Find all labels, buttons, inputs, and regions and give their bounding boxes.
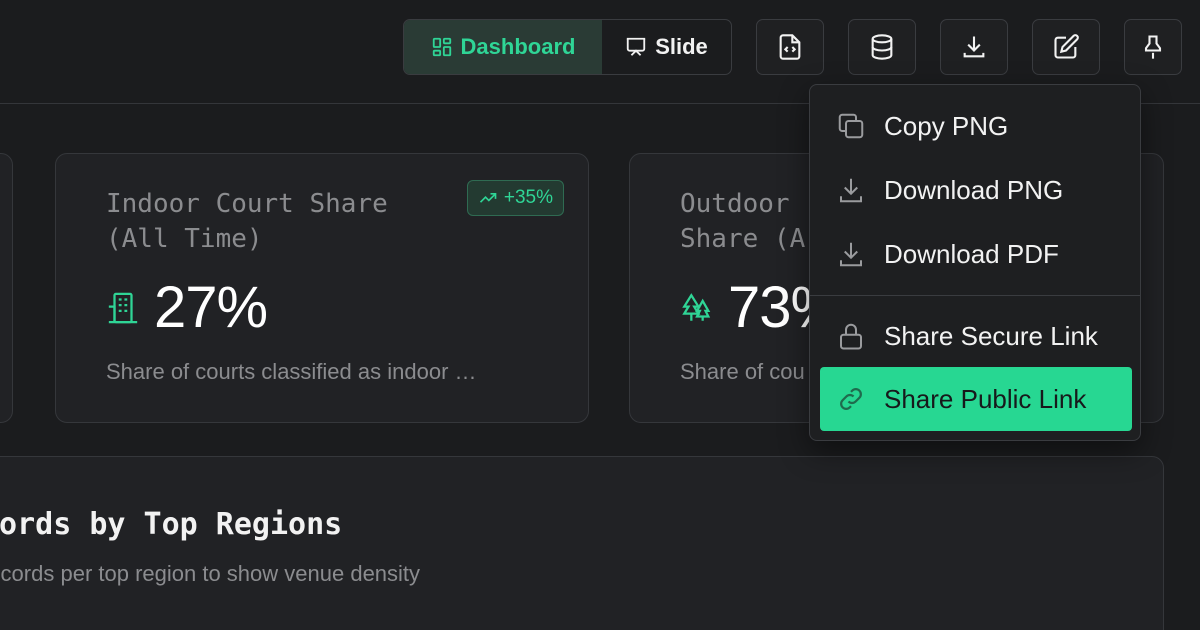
slide-view-label: Slide [655, 34, 708, 59]
pin-icon [1144, 35, 1162, 59]
link-icon [840, 388, 862, 410]
code-button[interactable] [756, 19, 824, 75]
dashboard-view-button[interactable]: Dashboard [404, 20, 602, 74]
menu-item-label: Download PNG [884, 174, 1064, 205]
download-icon [840, 242, 862, 267]
trend-value: +35% [503, 187, 553, 208]
download-button[interactable] [940, 19, 1008, 75]
download-icon [840, 178, 862, 203]
kpi-card-indoor: Indoor Court Share (All Time) +35% 27% S… [55, 153, 589, 423]
trend-up-icon [479, 193, 497, 203]
export-menu: Copy PNG Download PNG Download PDF Share… [809, 84, 1141, 441]
menu-item-label: Copy PNG [884, 110, 1009, 141]
menu-item-label: Download PDF [884, 238, 1059, 269]
pin-button[interactable] [1124, 19, 1182, 75]
metric: 27% [106, 274, 268, 341]
previous-kpi-card [0, 153, 13, 423]
trend-badge: +35% [466, 180, 564, 216]
slide-view-button[interactable]: Slide [602, 20, 731, 74]
menu-item-label: Share Secure Link [884, 320, 1098, 351]
chart-panel: cords by Top Regions records per top reg… [0, 456, 1164, 630]
menu-item-download-pdf[interactable]: Download PDF [820, 223, 1132, 285]
menu-item-share-secure-link[interactable]: Share Secure Link [820, 305, 1132, 367]
view-toggle: Dashboard Slide [403, 19, 732, 75]
panel-title: cords by Top Regions [0, 507, 343, 542]
copy-icon [838, 113, 864, 139]
menu-item-label: Share Public Link [884, 383, 1087, 414]
menu-item-share-public-link[interactable]: Share Public Link [820, 367, 1132, 431]
card-description: Share of courts classified as indoor … [106, 359, 477, 384]
menu-divider [810, 295, 1140, 296]
database-icon [871, 34, 893, 60]
panel-subtitle: records per top region to show venue den… [0, 561, 421, 586]
lock-icon [840, 323, 862, 350]
card-description: Share of cou [680, 359, 805, 384]
menu-item-download-png[interactable]: Download PNG [820, 159, 1132, 221]
edit-icon [1054, 34, 1079, 59]
edit-button[interactable] [1032, 19, 1100, 75]
dashboard-icon [432, 37, 451, 57]
building-icon [108, 292, 138, 323]
dashboard-view-label: Dashboard [460, 34, 576, 59]
code-file-icon [779, 34, 801, 60]
card-title: Indoor Court Share (All Time) [106, 189, 388, 254]
metric-value: 27% [154, 275, 268, 340]
download-icon [963, 36, 985, 58]
menu-item-copy-png[interactable]: Copy PNG [820, 95, 1132, 157]
trees-icon [682, 292, 711, 321]
data-button[interactable] [848, 19, 916, 75]
presentation-icon [627, 37, 646, 56]
